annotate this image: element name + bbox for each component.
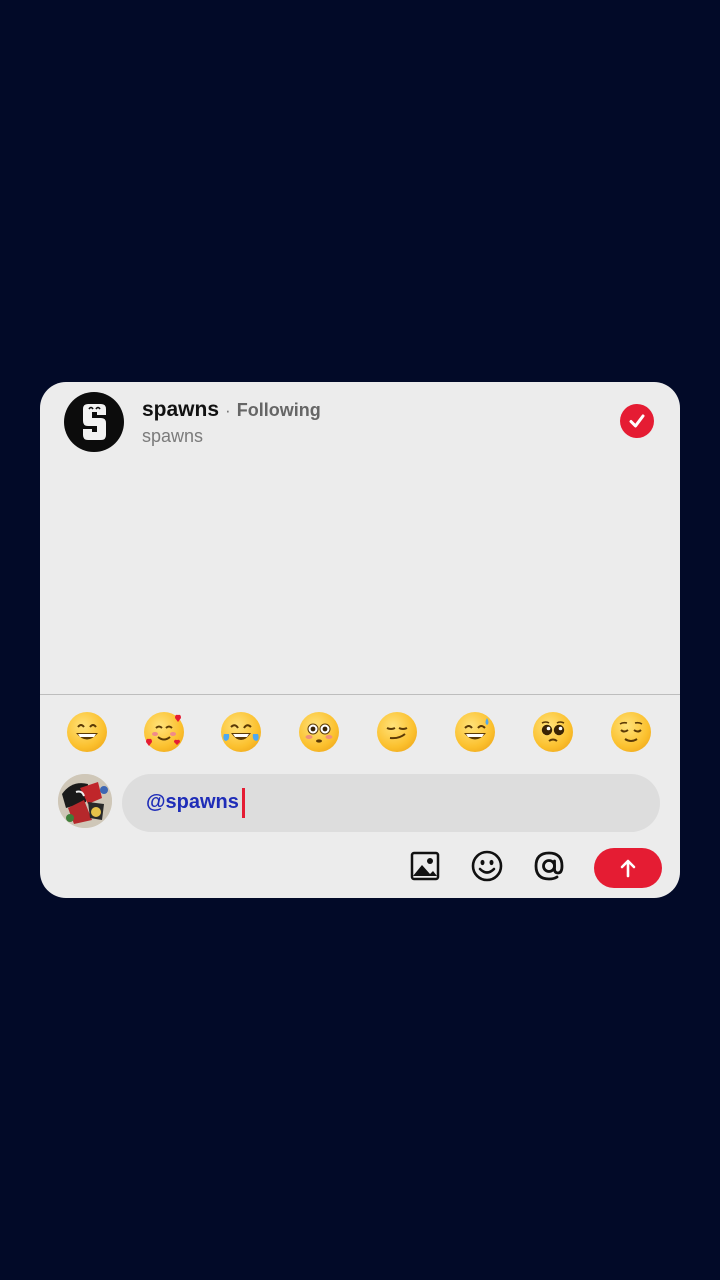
text-cursor — [242, 788, 245, 818]
face-with-tears-of-joy-icon[interactable] — [221, 712, 261, 752]
emoji-quick-bar — [40, 704, 680, 760]
grinning-face-with-sweat-icon[interactable] — [455, 712, 495, 752]
pleading-face-icon[interactable] — [533, 712, 573, 752]
separator-dot: · — [225, 401, 231, 420]
grinning-face-icon[interactable] — [67, 712, 107, 752]
mention-text: @spawns — [146, 791, 239, 813]
smirking-face-icon[interactable] — [377, 712, 417, 752]
follow-status: Following — [236, 400, 321, 420]
post-header: spawns · Following spawns — [40, 382, 680, 462]
relieved-face-icon[interactable] — [611, 712, 651, 752]
mention-icon[interactable] — [531, 848, 567, 884]
flushed-face-icon[interactable] — [299, 712, 339, 752]
selected-check-badge[interactable] — [620, 404, 654, 438]
emoji-icon[interactable] — [469, 848, 505, 884]
account-name[interactable]: spawns — [142, 398, 219, 421]
account-handle: spawns — [142, 426, 204, 446]
send-arrow-icon — [620, 859, 636, 878]
profile-avatar[interactable] — [64, 392, 124, 452]
checkmark-icon — [629, 414, 645, 428]
comment-input[interactable]: @spawns — [122, 774, 660, 832]
divider — [40, 694, 680, 695]
smiling-face-with-hearts-icon[interactable] — [144, 712, 184, 752]
reply-card: spawns · Following spawns @spawns — [40, 382, 680, 898]
account-name-line: spawns · Following — [142, 398, 321, 422]
user-avatar[interactable] — [58, 774, 112, 828]
spawns-logo-icon — [83, 404, 106, 440]
image-icon[interactable] — [407, 848, 443, 884]
send-button[interactable] — [594, 848, 662, 888]
